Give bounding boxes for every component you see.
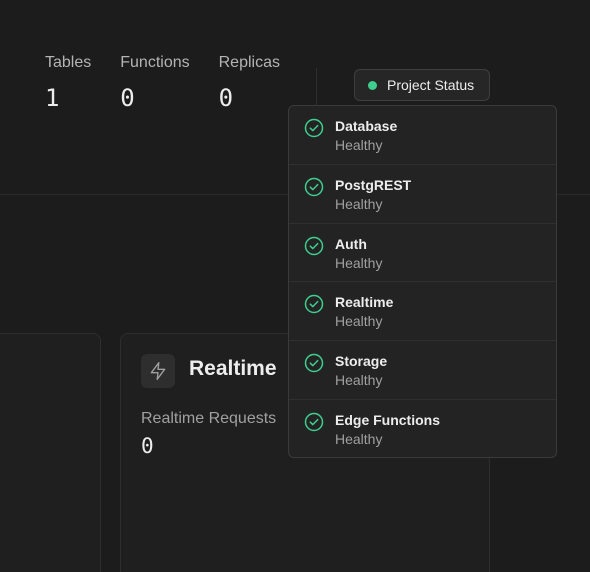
stat-tables: Tables 1 — [45, 54, 91, 112]
status-item-edge-functions[interactable]: Edge Functions Healthy — [289, 400, 556, 457]
realtime-card-title: Realtime — [189, 357, 277, 380]
project-status-button[interactable]: Project Status — [354, 69, 490, 101]
status-item-database[interactable]: Database Healthy — [289, 106, 556, 165]
service-name: Database — [335, 118, 398, 134]
status-item-postgrest[interactable]: PostgREST Healthy — [289, 165, 556, 224]
stat-label: Replicas — [218, 54, 280, 71]
check-circle-icon — [304, 118, 324, 138]
status-dot-icon — [368, 80, 377, 90]
check-circle-icon — [304, 177, 324, 197]
status-item-storage[interactable]: Storage Healthy — [289, 341, 556, 400]
realtime-requests-value: 0 — [141, 434, 154, 458]
service-name: Storage — [335, 353, 388, 370]
status-item-auth[interactable]: Auth Healthy — [289, 224, 556, 283]
project-status-label: Project Status — [387, 77, 475, 93]
check-circle-icon — [304, 294, 324, 314]
service-name: Auth — [335, 235, 367, 252]
stat-functions: Functions 0 — [120, 54, 189, 112]
service-status: Healthy — [335, 313, 383, 330]
service-name: PostgREST — [335, 176, 412, 193]
stat-label: Tables — [45, 54, 92, 71]
service-name: Edge Functions — [335, 411, 440, 428]
left-card — [0, 333, 101, 572]
service-status: Healthy — [335, 254, 383, 271]
check-circle-icon — [304, 353, 324, 373]
check-circle-icon — [304, 236, 324, 256]
service-status: Healthy — [335, 195, 383, 212]
project-status-dropdown: Database Healthy PostgREST Healthy Auth Healt… — [288, 105, 557, 458]
stat-replicas: Replicas 0 — [219, 54, 280, 112]
stat-value: 0 — [218, 84, 234, 112]
stat-label: Functions — [120, 54, 190, 71]
check-circle-icon — [304, 412, 324, 432]
lightning-icon — [141, 354, 175, 388]
stat-value: 1 — [45, 84, 60, 112]
project-stats: Tables 1 Functions 0 Replicas 0 — [45, 54, 309, 112]
service-status: Healthy — [335, 430, 383, 447]
service-status: Healthy — [335, 372, 383, 389]
realtime-requests-label: Realtime Requests — [141, 410, 277, 427]
service-name: Realtime — [335, 294, 394, 311]
service-status: Healthy — [335, 137, 383, 153]
status-item-realtime[interactable]: Realtime Healthy — [289, 282, 556, 342]
stat-value: 0 — [120, 84, 135, 112]
